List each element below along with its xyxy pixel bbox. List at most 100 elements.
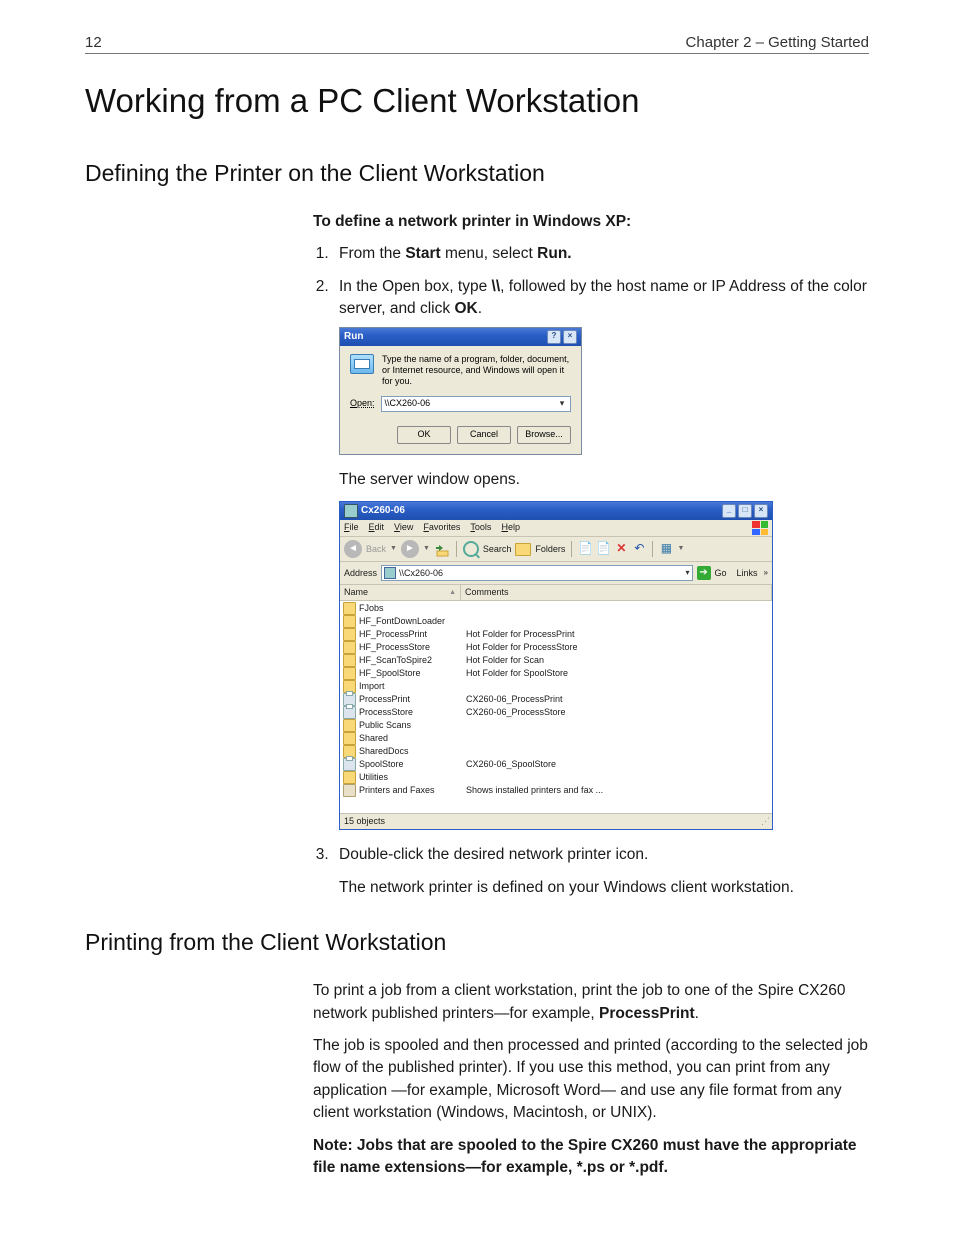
column-name[interactable]: Name ▲ [340, 585, 461, 600]
item-name: Utilities [359, 771, 388, 784]
run-titlebar: Run ? × [340, 328, 581, 346]
item-name: Public Scans [359, 719, 411, 732]
step-2: In the Open box, type \\, followed by th… [333, 276, 869, 830]
list-item[interactable]: FJobs [340, 602, 772, 615]
search-label[interactable]: Search [483, 543, 512, 556]
close-button[interactable]: × [754, 504, 768, 518]
cancel-button[interactable]: Cancel [457, 426, 511, 444]
list-item[interactable]: SharedDocs [340, 745, 772, 758]
item-comment: Hot Folder for ProcessPrint [463, 628, 772, 641]
folder-icon [343, 641, 356, 654]
back-button[interactable]: ◄ [344, 540, 362, 558]
page-header: 12 Chapter 2 – Getting Started [85, 34, 869, 54]
folder-icon [343, 719, 356, 732]
list-item[interactable]: Printers and Faxes Shows installed printe… [340, 784, 772, 797]
file-list: FJobsHF_FontDownLoaderHF_ProcessPrint Hot… [340, 601, 772, 813]
list-item[interactable]: Utilities [340, 771, 772, 784]
address-dropdown-icon[interactable]: ▾ [686, 567, 690, 579]
address-value: \\Cx260-06 [399, 567, 443, 580]
resize-grip-icon[interactable]: ⋰ [761, 815, 768, 828]
up-folder-button[interactable] [434, 541, 450, 557]
column-comments[interactable]: Comments [461, 585, 772, 600]
list-item[interactable]: ProcessPrintCX260-06_ProcessPrint [340, 693, 772, 706]
move-to-icon[interactable]: 📄 [578, 542, 592, 556]
open-combobox[interactable]: \\CX260-06 ▾ [381, 396, 571, 412]
close-button[interactable]: × [563, 330, 577, 344]
folders-icon[interactable] [515, 543, 531, 556]
main-heading: Working from a PC Client Workstation [85, 82, 869, 120]
menu-view[interactable]: View [394, 521, 413, 535]
delete-icon[interactable]: ✕ [614, 542, 628, 556]
item-name: HF_ScanToSpire2 [359, 654, 432, 667]
item-comment: Hot Folder for Scan [463, 654, 772, 667]
views-icon[interactable]: ▦ [659, 542, 673, 556]
list-item[interactable]: HF_ScanToSpire2 Hot Folder for Scan [340, 654, 772, 667]
explorer-titlebar: Cx260-06 _ □ × [340, 502, 772, 520]
item-name: SpoolStore [359, 758, 404, 771]
menu-file[interactable]: File [344, 521, 359, 535]
item-name: ProcessPrint [359, 693, 410, 706]
search-icon[interactable] [463, 541, 479, 557]
maximize-button[interactable]: □ [738, 504, 752, 518]
menu-favorites[interactable]: Favorites [423, 521, 460, 535]
item-name: HF_ProcessStore [359, 641, 430, 654]
folder-icon [343, 771, 356, 784]
section2-heading: Printing from the Client Workstation [85, 929, 869, 956]
menu-tools[interactable]: Tools [470, 521, 491, 535]
ok-button[interactable]: OK [397, 426, 451, 444]
windows-flag-icon [752, 521, 768, 535]
explorer-title-text: Cx260-06 [361, 504, 405, 519]
folders-label[interactable]: Folders [535, 543, 565, 556]
list-item[interactable]: SpoolStore CX260-06_SpoolStore [340, 758, 772, 771]
list-item[interactable]: Shared [340, 732, 772, 745]
help-button[interactable]: ? [547, 330, 561, 344]
forward-history-dropdown[interactable]: ▼ [423, 544, 430, 554]
views-dropdown[interactable]: ▼ [677, 544, 684, 554]
section2-para2: The job is spooled and then processed an… [313, 1035, 869, 1125]
item-comment: CX260-06_SpoolStore [463, 758, 772, 771]
folder-icon [343, 628, 356, 641]
open-label: Open: [350, 397, 375, 410]
undo-icon[interactable]: ↶ [632, 542, 646, 556]
copy-to-icon[interactable]: 📄 [596, 542, 610, 556]
pfax-icon [343, 784, 356, 797]
minimize-button[interactable]: _ [722, 504, 736, 518]
list-item[interactable]: HF_SpoolStoreHot Folder for SpoolStore [340, 667, 772, 680]
item-comment: Shows installed printers and fax ... [463, 784, 772, 797]
item-name: HF_FontDownLoader [359, 615, 445, 628]
folder-icon [343, 602, 356, 615]
item-name: Printers and Faxes [359, 784, 435, 797]
go-button[interactable]: ➔ [697, 566, 711, 580]
intro-bold: To define a network printer in Windows X… [313, 211, 869, 233]
after-run-text: The server window opens. [339, 469, 869, 491]
list-item[interactable]: Public Scans [340, 719, 772, 732]
list-item[interactable]: HF_ProcessStoreHot Folder for ProcessSto… [340, 641, 772, 654]
menu-edit[interactable]: Edit [369, 521, 385, 535]
back-history-dropdown[interactable]: ▼ [390, 544, 397, 554]
menu-help[interactable]: Help [501, 521, 520, 535]
item-comment: CX260-06_ProcessStore [463, 706, 772, 719]
links-chevron-icon[interactable]: » [764, 567, 768, 579]
column-headers: Name ▲ Comments [340, 585, 772, 601]
item-comment: Hot Folder for SpoolStore [463, 667, 772, 680]
explorer-window: Cx260-06 _ □ × File Edit View [339, 501, 773, 830]
list-item[interactable]: Import [340, 680, 772, 693]
browse-button[interactable]: Browse... [517, 426, 571, 444]
list-item[interactable]: ProcessStoreCX260-06_ProcessStore [340, 706, 772, 719]
list-item[interactable]: HF_FontDownLoader [340, 615, 772, 628]
folder-icon [343, 667, 356, 680]
address-field[interactable]: \\Cx260-06 ▾ [381, 565, 692, 581]
printer-icon [343, 706, 356, 719]
address-label: Address [344, 567, 377, 580]
item-name: Shared [359, 732, 388, 745]
status-bar: 15 objects ⋰ [340, 813, 772, 829]
item-name: HF_ProcessPrint [359, 628, 427, 641]
forward-button[interactable]: ► [401, 540, 419, 558]
address-bar: Address \\Cx260-06 ▾ ➔ Go Links » [340, 562, 772, 585]
item-name: Import [359, 680, 385, 693]
section1-heading: Defining the Printer on the Client Works… [85, 160, 869, 187]
run-message: Type the name of a program, folder, docu… [382, 354, 571, 388]
dropdown-arrow-icon[interactable]: ▾ [557, 397, 567, 410]
list-item[interactable]: HF_ProcessPrint Hot Folder for ProcessPri… [340, 628, 772, 641]
links-label[interactable]: Links [737, 567, 758, 580]
